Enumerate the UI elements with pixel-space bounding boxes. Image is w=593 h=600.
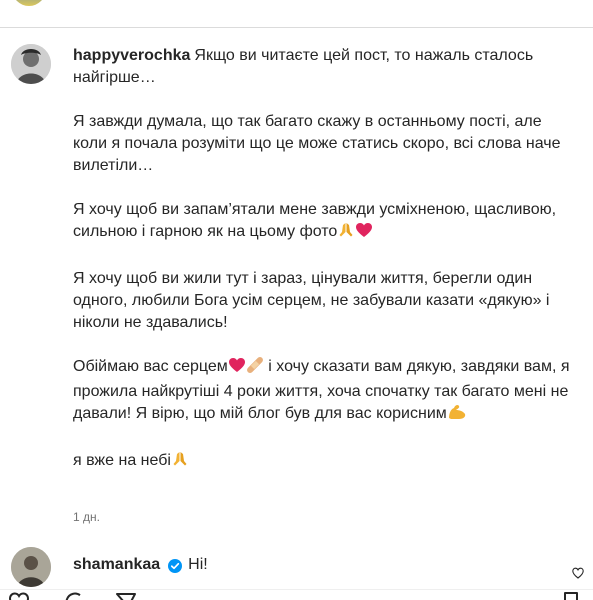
previous-item-avatar[interactable] (12, 0, 46, 6)
comment: shamankaa Ні! (73, 554, 208, 576)
commenter-username[interactable]: shamankaa (73, 554, 160, 576)
avatar-photo-icon (11, 547, 51, 587)
red-heart-icon (228, 356, 246, 381)
caption-paragraph-6: я вже на небі (73, 450, 573, 475)
avatar-photo-icon (11, 44, 51, 84)
comment-bubble-icon[interactable] (64, 591, 86, 600)
save-bookmark-icon[interactable] (560, 591, 582, 600)
post-caption: happyverochka Якщо ви читаєте цей пост, т… (73, 45, 573, 475)
caption-paragraph-4: Я хочу щоб ви жили тут і зараз, цінували… (73, 270, 554, 331)
caption-paragraph-2: Я завжди думала, що так багато скажу в о… (73, 113, 565, 174)
bandage-icon (246, 356, 264, 381)
comment-like-heart-icon[interactable] (572, 566, 584, 579)
caption-text-5a: Обіймаю вас серцем (73, 358, 228, 375)
commenter-avatar[interactable] (11, 547, 51, 587)
caption-paragraph-3: Я хочу щоб ви запам’ятали мене завжди ус… (73, 199, 573, 246)
like-heart-icon[interactable] (8, 591, 30, 600)
share-icon[interactable] (115, 591, 137, 600)
post-timestamp[interactable]: 1 дн. (73, 510, 100, 524)
verified-badge-icon (168, 558, 183, 573)
caption-text-3: Я хочу щоб ви запам’ятали мене завжди ус… (73, 201, 561, 240)
instagram-post-caption-view: happyverochka Якщо ви читаєте цей пост, т… (0, 0, 593, 600)
actions-divider (0, 589, 593, 590)
red-heart-icon (355, 221, 373, 246)
post-author-avatar[interactable] (11, 44, 51, 84)
header-divider (0, 27, 593, 28)
post-author-username[interactable]: happyverochka (73, 47, 190, 64)
caption-paragraph-5: Обіймаю вас серцем і хочу сказати вам дя… (73, 356, 573, 428)
praying-hands-icon (171, 450, 189, 475)
caption-paragraph-1: happyverochka Якщо ви читаєте цей пост, т… (73, 45, 573, 89)
caption-text-6: я вже на небі (73, 452, 171, 469)
flexed-biceps-icon (447, 403, 467, 428)
comment-text: Ні! (188, 556, 208, 573)
praying-hands-icon (337, 221, 355, 246)
